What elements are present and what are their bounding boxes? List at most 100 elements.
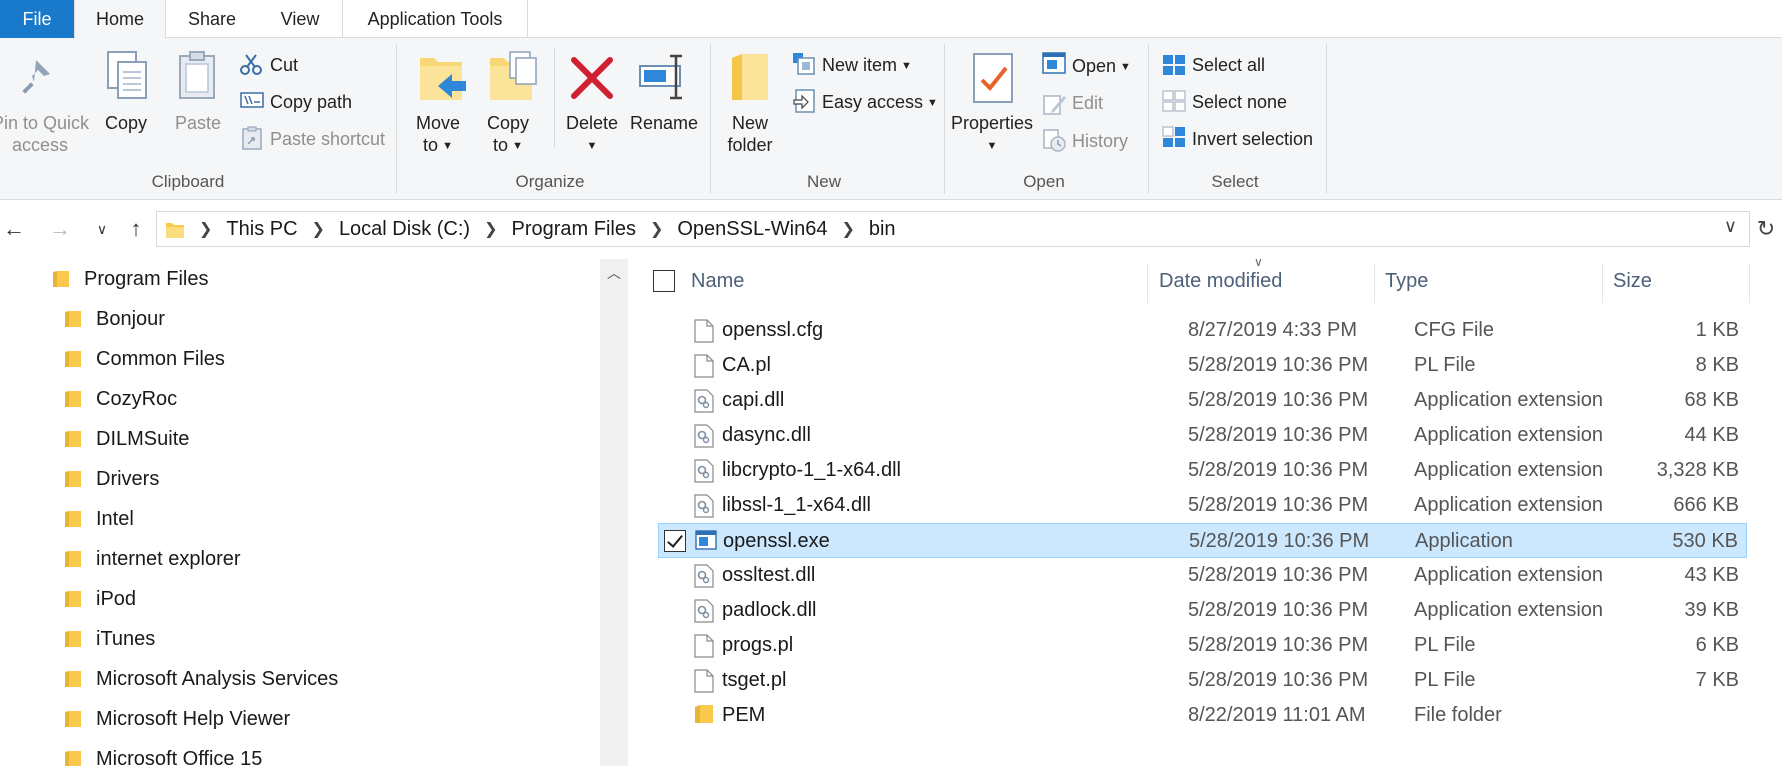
file-size: 530 KB [1672, 530, 1738, 552]
invert-selection-button[interactable]: Invert selection [1192, 128, 1313, 150]
tab-home[interactable]: Home [74, 0, 166, 39]
tab-share[interactable]: Share [166, 0, 258, 38]
file-name: openssl.exe [723, 530, 830, 552]
file-size: 7 KB [1695, 669, 1739, 691]
folder-icon [64, 750, 82, 766]
folder-icon [64, 310, 82, 328]
file-type: File folder [1414, 704, 1502, 726]
file-size: 39 KB [1684, 599, 1739, 621]
file-date-modified: 5/28/2019 10:36 PM [1188, 494, 1369, 516]
file-row[interactable]: capi.dll 5/28/2019 10:36 PM Application ex… [658, 383, 1747, 418]
copy-to-button[interactable]: Copy to ▼ [476, 112, 540, 157]
group-separator [1148, 44, 1149, 194]
column-header-date-modified[interactable]: Date modified [1159, 259, 1282, 303]
file-row[interactable]: openssl.cfg 8/27/2019 4:33 PM CFG File 1 KB [658, 313, 1747, 348]
paste-button[interactable]: Paste [170, 112, 226, 134]
tree-item[interactable]: Microsoft Office 15 [64, 739, 262, 766]
file-name: openssl.cfg [722, 319, 824, 341]
clipboard-group-title: Clipboard [151, 172, 225, 191]
breadcrumb-item-local-disk[interactable]: Local Disk (C:) [339, 218, 470, 241]
tree-item[interactable]: Bonjour [64, 299, 165, 339]
copy-button[interactable]: Copy [98, 112, 154, 134]
navigation-pane-scrollbar[interactable]: ︿ [600, 259, 628, 766]
tree-item-program-files[interactable]: Program Files [52, 259, 208, 299]
tab-file[interactable]: File [0, 0, 74, 38]
breadcrumb-item-this-pc[interactable]: This PC [226, 218, 297, 241]
scroll-up-arrow-icon[interactable]: ︿ [600, 259, 628, 287]
file-row[interactable]: libssl-1_1-x64.dll 5/28/2019 10:36 PM Appl… [658, 488, 1747, 523]
file-row[interactable]: PEM 8/22/2019 11:01 AM File folder [658, 698, 1747, 733]
new-folder-icon [728, 52, 772, 109]
tree-item[interactable]: DILMSuite [64, 419, 189, 459]
file-type: Application extension [1414, 424, 1604, 446]
open-button[interactable]: Open ▼ [1072, 55, 1131, 78]
file-name: dasync.dll [722, 424, 811, 446]
paste-shortcut-button[interactable]: Paste shortcut [270, 128, 385, 150]
cut-button[interactable]: Cut [270, 54, 298, 76]
pin-to-quick-access-button[interactable]: Pin to Quick access [0, 112, 90, 156]
delete-button[interactable]: Delete ▼ [558, 112, 626, 157]
file-row[interactable]: libcrypto-1_1-x64.dll 5/28/2019 10:36 PM A… [658, 453, 1747, 488]
file-row[interactable]: openssl.exe 5/28/2019 10:36 PM Application… [658, 523, 1747, 558]
pin-label-line1: Pin to Quick [0, 113, 90, 133]
file-row[interactable]: ossltest.dll 5/28/2019 10:36 PM Applicatio… [658, 558, 1747, 593]
delete-icon [568, 54, 616, 107]
tree-item[interactable]: Common Files [64, 339, 225, 379]
file-row[interactable]: tsget.pl 5/28/2019 10:36 PM PL File 7 KB [658, 663, 1747, 698]
copy-to-label-line1: Copy [486, 113, 530, 133]
up-arrow-icon[interactable]: ↑ [122, 209, 150, 249]
file-date-modified: 5/28/2019 10:36 PM [1188, 599, 1369, 621]
copy-path-button[interactable]: Copy path [270, 91, 352, 113]
file-row[interactable]: progs.pl 5/28/2019 10:36 PM PL File 6 KB [658, 628, 1747, 663]
row-checkbox[interactable] [664, 530, 686, 552]
chevron-right-icon: ❯ [484, 221, 498, 238]
tree-item[interactable]: iTunes [64, 619, 155, 659]
back-arrow-icon[interactable]: ← [0, 209, 28, 249]
file-row[interactable]: padlock.dll 5/28/2019 10:36 PM Application… [658, 593, 1747, 628]
rename-button[interactable]: Rename [628, 112, 700, 134]
tab-view[interactable]: View [258, 0, 342, 38]
move-to-label-line2: to [423, 135, 439, 155]
file-date-modified: 5/28/2019 10:36 PM [1188, 459, 1369, 481]
refresh-icon[interactable]: ↻ [1750, 209, 1782, 249]
file-icon [694, 669, 714, 693]
tree-item[interactable]: Microsoft Analysis Services [64, 659, 338, 699]
tree-item[interactable]: CozyRoc [64, 379, 177, 419]
tree-item[interactable]: internet explorer [64, 539, 241, 579]
file-icon [694, 319, 714, 343]
breadcrumb-item-program-files[interactable]: Program Files [511, 218, 635, 241]
recent-locations-chevron-icon[interactable]: ∨ [90, 209, 114, 249]
file-row[interactable]: dasync.dll 5/28/2019 10:36 PM Application … [658, 418, 1747, 453]
file-type: Application extension [1414, 599, 1604, 621]
address-dropdown-icon[interactable]: ∨ [1724, 216, 1737, 237]
paste-shortcut-icon [242, 126, 262, 155]
column-header-size[interactable]: Size [1613, 259, 1652, 303]
easy-access-icon [792, 88, 816, 119]
file-name: ossltest.dll [722, 564, 816, 586]
forward-arrow-icon[interactable]: → [46, 209, 74, 249]
tree-item[interactable]: Intel [64, 499, 134, 539]
edit-button[interactable]: Edit [1072, 92, 1103, 114]
tree-item[interactable]: iPod [64, 579, 136, 619]
column-header-type[interactable]: Type [1385, 259, 1428, 303]
history-button[interactable]: History [1072, 130, 1128, 152]
new-item-button[interactable]: New item ▼ [822, 54, 912, 77]
select-none-button[interactable]: Select none [1192, 91, 1287, 113]
tree-item[interactable]: Microsoft Help Viewer [64, 699, 290, 739]
new-folder-button[interactable]: New folder [714, 112, 786, 156]
breadcrumb-item-openssl[interactable]: OpenSSL-Win64 [677, 218, 827, 241]
select-all-checkbox[interactable] [653, 270, 675, 292]
properties-button[interactable]: Properties ▼ [948, 112, 1036, 157]
address-bar[interactable]: ❯ This PC ❯ Local Disk (C:) ❯ Program Fi… [156, 211, 1750, 247]
file-row[interactable]: CA.pl 5/28/2019 10:36 PM PL File 8 KB [658, 348, 1747, 383]
breadcrumb-item-bin[interactable]: bin [869, 218, 896, 241]
select-all-button[interactable]: Select all [1192, 54, 1265, 76]
easy-access-label: Easy access [822, 92, 924, 112]
tab-application-tools[interactable]: Application Tools [342, 0, 528, 38]
rename-icon [638, 54, 690, 105]
tree-item[interactable]: Drivers [64, 459, 159, 499]
tree-item-label: Microsoft Office 15 [96, 747, 263, 766]
move-to-button[interactable]: Move to ▼ [406, 112, 470, 157]
column-header-name[interactable]: Name [691, 259, 744, 303]
easy-access-button[interactable]: Easy access ▼ [822, 91, 938, 114]
